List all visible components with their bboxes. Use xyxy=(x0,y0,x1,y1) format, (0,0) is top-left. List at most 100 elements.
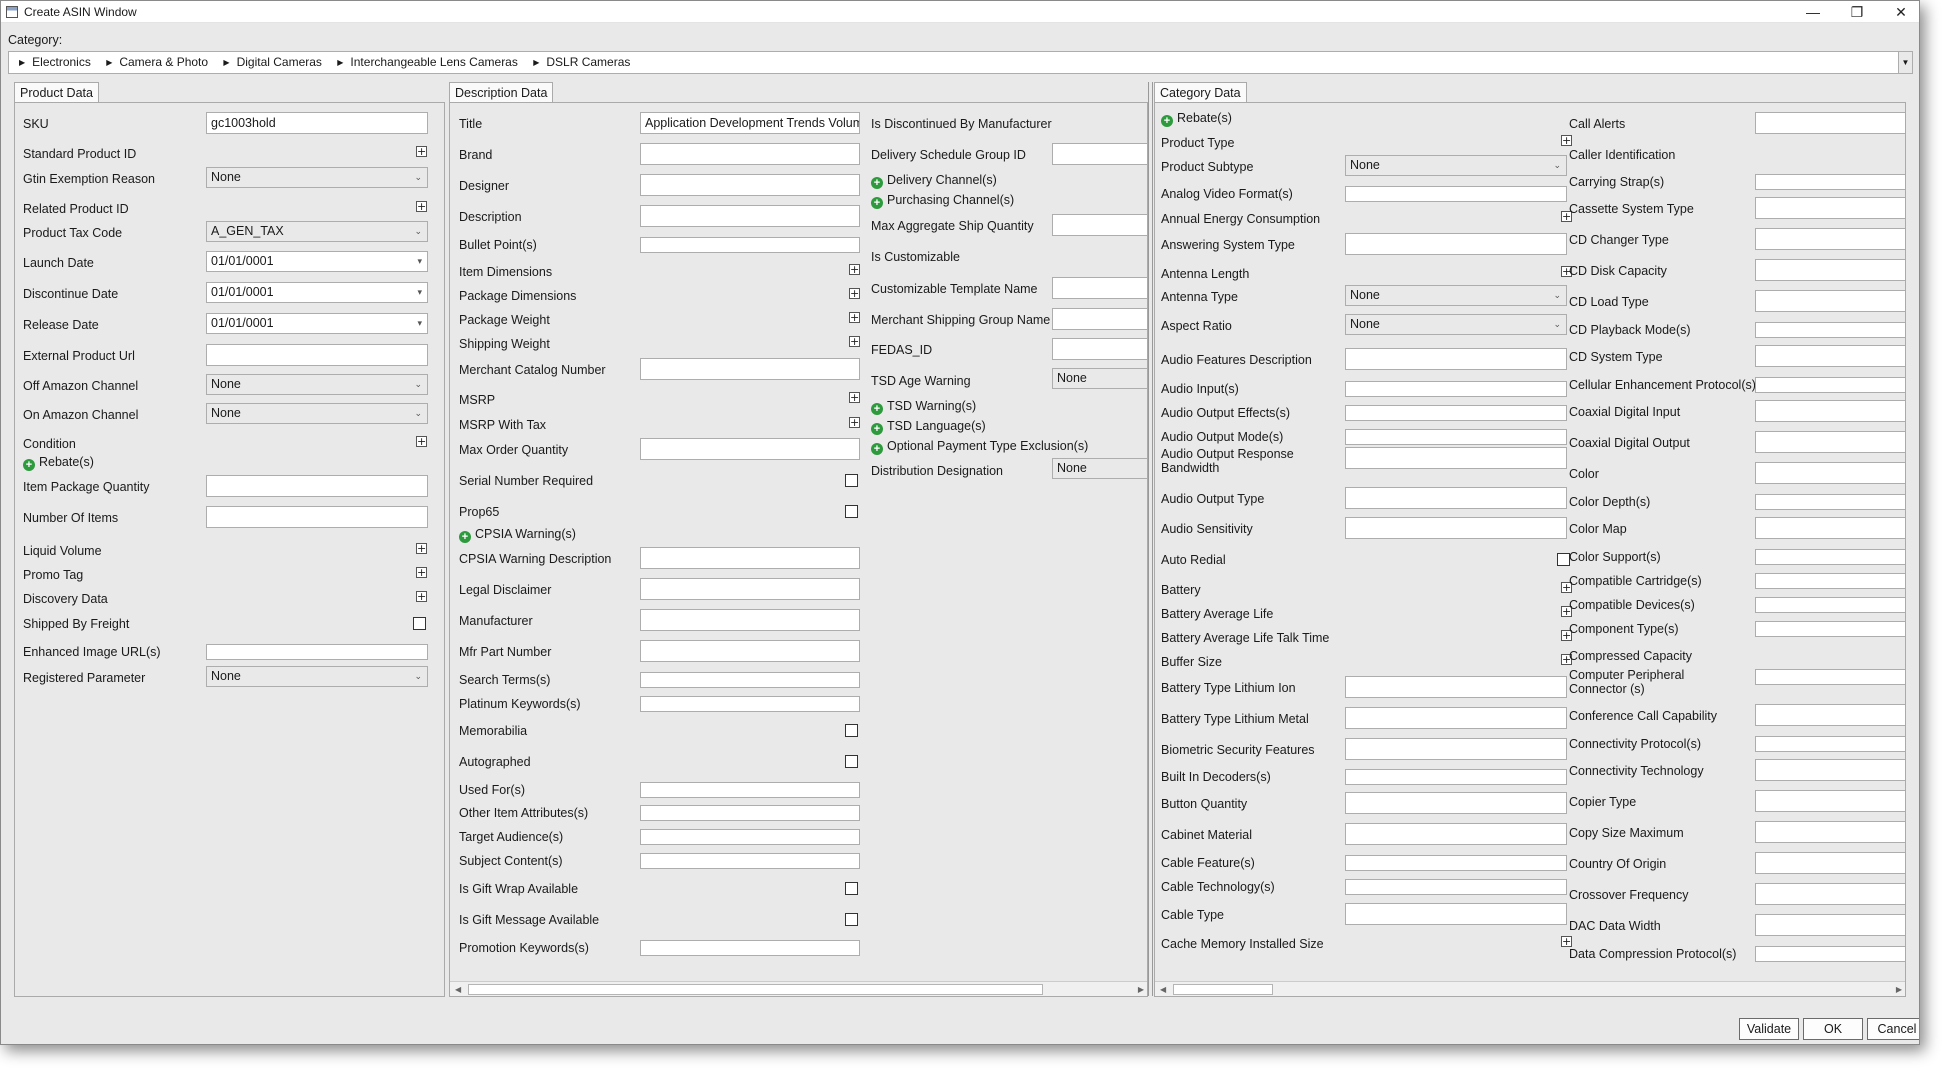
brand-input[interactable] xyxy=(640,143,860,165)
merchant-shipping-group-input[interactable] xyxy=(1052,308,1147,330)
expand-plus-icon[interactable]: + xyxy=(849,312,860,323)
audio-output-effects-input[interactable] xyxy=(1345,405,1567,421)
expand-plus-icon[interactable]: + xyxy=(416,567,427,578)
compatible-devices-input[interactable] xyxy=(1755,597,1905,613)
data-compression-input[interactable] xyxy=(1755,946,1905,962)
ok-button[interactable]: OK xyxy=(1803,1018,1863,1040)
expand-plus-icon[interactable]: + xyxy=(849,336,860,347)
autographed-checkbox[interactable] xyxy=(845,755,858,768)
conference-call-input[interactable] xyxy=(1755,704,1905,726)
breadcrumb-interchangeable-lens[interactable]: Interchangeable Lens Cameras xyxy=(350,55,517,69)
connectivity-protocol-input[interactable] xyxy=(1755,736,1905,752)
enhanced-image-url-input[interactable] xyxy=(206,644,428,660)
designer-input[interactable] xyxy=(640,174,860,196)
customizable-template-input[interactable] xyxy=(1052,277,1147,299)
cd-playback-input[interactable] xyxy=(1755,322,1905,338)
aspect-ratio-select[interactable]: None ⌄ xyxy=(1345,314,1567,335)
scroll-right-icon[interactable]: ▶ xyxy=(1896,982,1902,996)
off-amazon-channel-select[interactable]: None ⌄ xyxy=(206,374,428,395)
color-depth-input[interactable] xyxy=(1755,494,1905,510)
purchasing-channels-add[interactable]: + Purchasing Channel(s) xyxy=(871,193,1014,209)
connectivity-technology-input[interactable] xyxy=(1755,759,1905,781)
cabinet-material-input[interactable] xyxy=(1345,823,1567,845)
breadcrumb-electronics[interactable]: Electronics xyxy=(32,55,91,69)
expand-plus-icon[interactable]: + xyxy=(849,288,860,299)
scroll-left-icon[interactable]: ◀ xyxy=(1160,982,1166,996)
cpsia-warning-description-input[interactable] xyxy=(640,547,860,569)
cpsia-warnings-add[interactable]: + CPSIA Warning(s) xyxy=(459,527,576,543)
max-aggregate-ship-input[interactable] xyxy=(1052,214,1147,236)
scroll-right-icon[interactable]: ▶ xyxy=(1138,982,1144,996)
answering-system-input[interactable] xyxy=(1345,233,1567,255)
gift-wrap-checkbox[interactable] xyxy=(845,882,858,895)
audio-output-type-input[interactable] xyxy=(1345,487,1567,509)
audio-features-input[interactable] xyxy=(1345,348,1567,370)
optional-payment-add[interactable]: + Optional Payment Type Exclusion(s) xyxy=(871,439,1088,455)
copy-size-input[interactable] xyxy=(1755,821,1905,843)
expand-plus-icon[interactable]: + xyxy=(416,591,427,602)
dac-data-width-input[interactable] xyxy=(1755,914,1905,936)
product-tax-code-select[interactable]: A_GEN_TAX ⌄ xyxy=(206,221,428,242)
built-in-decoders-input[interactable] xyxy=(1345,769,1567,785)
expand-plus-icon[interactable]: + xyxy=(416,543,427,554)
minimize-icon[interactable]: — xyxy=(1791,1,1835,23)
horizontal-scrollbar[interactable]: ◀ ▶ xyxy=(450,981,1147,996)
coaxial-input-input[interactable] xyxy=(1755,400,1905,422)
used-for-input[interactable] xyxy=(640,782,860,798)
tsd-age-warning-select[interactable]: None xyxy=(1052,368,1147,389)
expand-plus-icon[interactable]: + xyxy=(416,146,427,157)
distribution-designation-select[interactable]: None xyxy=(1052,458,1147,479)
registered-parameter-select[interactable]: None ⌄ xyxy=(206,666,428,687)
cellular-enhancement-input[interactable] xyxy=(1755,377,1905,393)
expand-plus-icon[interactable]: + xyxy=(416,436,427,447)
coaxial-output-input[interactable] xyxy=(1755,431,1905,453)
tab-product-data[interactable]: Product Data xyxy=(14,82,99,103)
country-of-origin-input[interactable] xyxy=(1755,852,1905,874)
cd-changer-input[interactable] xyxy=(1755,228,1905,250)
computer-peripheral-input[interactable] xyxy=(1755,669,1905,685)
prop65-checkbox[interactable] xyxy=(845,505,858,518)
cd-system-input[interactable] xyxy=(1755,345,1905,367)
mfr-part-number-input[interactable] xyxy=(640,640,860,662)
close-icon[interactable]: ✕ xyxy=(1879,1,1919,23)
memorabilia-checkbox[interactable] xyxy=(845,724,858,737)
call-alerts-input[interactable] xyxy=(1755,112,1905,134)
other-item-attributes-input[interactable] xyxy=(640,805,860,821)
description-input[interactable] xyxy=(640,205,860,227)
platinum-keywords-input[interactable] xyxy=(640,696,860,712)
carrying-strap-input[interactable] xyxy=(1755,174,1905,190)
rebates-add[interactable]: + Rebate(s) xyxy=(23,455,94,471)
breadcrumb-dslr-cameras[interactable]: DSLR Cameras xyxy=(546,55,630,69)
breadcrumb-digital-cameras[interactable]: Digital Cameras xyxy=(237,55,322,69)
validate-button[interactable]: Validate xyxy=(1739,1018,1799,1040)
serial-number-required-checkbox[interactable] xyxy=(845,474,858,487)
on-amazon-channel-select[interactable]: None ⌄ xyxy=(206,403,428,424)
cd-disk-capacity-input[interactable] xyxy=(1755,259,1905,281)
antenna-type-select[interactable]: None ⌄ xyxy=(1345,285,1567,306)
tab-description-data[interactable]: Description Data xyxy=(449,82,554,103)
scroll-left-icon[interactable]: ◀ xyxy=(455,982,461,996)
fedas-id-input[interactable] xyxy=(1052,338,1147,360)
expand-plus-icon[interactable]: + xyxy=(416,201,427,212)
panel-splitter[interactable] xyxy=(1148,82,1153,996)
expand-plus-icon[interactable]: + xyxy=(1561,135,1572,146)
expand-plus-icon[interactable]: + xyxy=(849,392,860,403)
release-date-picker[interactable]: 01/01/0001 ▾ xyxy=(206,313,428,334)
tsd-warnings-add[interactable]: + TSD Warning(s) xyxy=(871,399,976,415)
component-type-input[interactable] xyxy=(1755,621,1905,637)
button-quantity-input[interactable] xyxy=(1345,792,1567,814)
sku-input[interactable]: gc1003hold xyxy=(206,112,428,134)
scrollbar-thumb[interactable] xyxy=(1173,984,1273,995)
horizontal-scrollbar[interactable]: ◀ ▶ xyxy=(1155,981,1905,996)
color-map-input[interactable] xyxy=(1755,517,1905,539)
category-breadcrumb[interactable]: ▶ Electronics ▶ Camera & Photo ▶ Digital Ca… xyxy=(8,51,1913,74)
chevron-down-icon[interactable]: ▼ xyxy=(1898,52,1912,73)
audio-output-mode-input[interactable] xyxy=(1345,429,1567,445)
delivery-channels-add[interactable]: + Delivery Channel(s) xyxy=(871,173,997,189)
expand-plus-icon[interactable]: + xyxy=(849,264,860,275)
gtin-exemption-select[interactable]: None ⌄ xyxy=(206,167,428,188)
analog-video-input[interactable] xyxy=(1345,186,1567,202)
battery-li-metal-input[interactable] xyxy=(1345,707,1567,729)
breadcrumb-camera-photo[interactable]: Camera & Photo xyxy=(119,55,208,69)
tsd-languages-add[interactable]: + TSD Language(s) xyxy=(871,419,986,435)
